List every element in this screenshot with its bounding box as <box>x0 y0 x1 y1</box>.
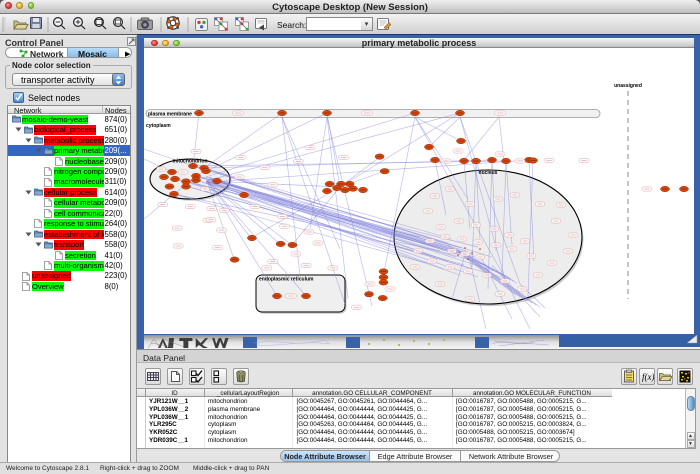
svg-text:nucleus: nucleus <box>479 170 498 176</box>
svg-text:f(x): f(x) <box>642 372 654 382</box>
svg-text:unassigned: unassigned <box>614 83 642 89</box>
svg-text:endoplasmic reticulum: endoplasmic reticulum <box>259 277 314 283</box>
svg-text:plasma membrane: plasma membrane <box>148 112 192 118</box>
svg-text:cytoplasm: cytoplasm <box>146 123 171 129</box>
